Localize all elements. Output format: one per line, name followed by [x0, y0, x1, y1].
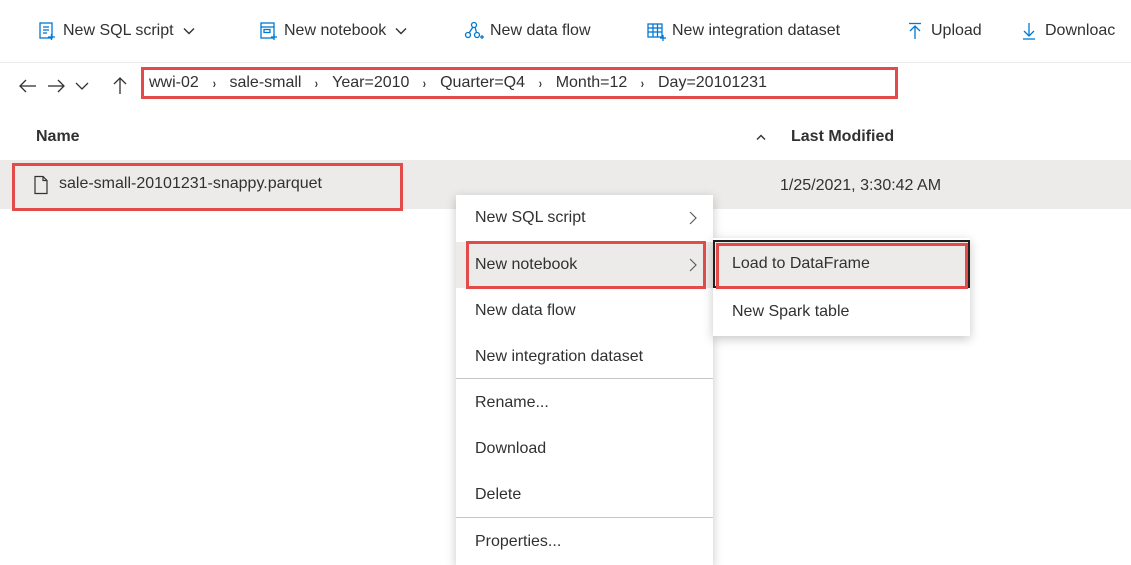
breadcrumb-item-quarter[interactable]: Quarter=Q4	[440, 74, 525, 92]
breadcrumb-separator: ›	[641, 75, 645, 91]
file-last-modified: 1/25/2021, 3:30:42 AM	[780, 177, 942, 194]
menu-item-label: Properties...	[475, 533, 562, 550]
new-sql-script-button[interactable]: New SQL script	[37, 16, 196, 46]
menu-item-label: New SQL script	[475, 209, 586, 226]
menu-item-properties[interactable]: Properties...	[456, 519, 713, 565]
toolbar-divider	[0, 62, 1131, 63]
menu-divider	[456, 517, 713, 518]
download-label: Downloac	[1045, 22, 1116, 39]
upload-button[interactable]: Upload	[905, 16, 982, 46]
menu-item-new-sql-script[interactable]: New SQL script	[456, 195, 713, 241]
new-integration-dataset-button[interactable]: New integration dataset	[646, 16, 840, 46]
new-integration-dataset-label: New integration dataset	[672, 22, 841, 39]
upload-label: Upload	[931, 22, 982, 39]
download-button[interactable]: Downloac	[1019, 16, 1115, 46]
menu-item-new-integration-dataset[interactable]: New integration dataset	[456, 334, 713, 380]
sql-script-icon	[37, 21, 57, 41]
breadcrumb-item-sale-small[interactable]: sale-small	[229, 74, 301, 92]
column-header-last-modified[interactable]: Last Modified	[791, 128, 894, 146]
up-arrow-icon[interactable]	[110, 76, 130, 96]
load-highlight-box	[716, 243, 968, 289]
breadcrumb-item-day[interactable]: Day=20101231	[658, 74, 767, 92]
submenu-item-label: New Spark table	[732, 303, 850, 320]
menu-item-delete[interactable]: Delete	[456, 472, 713, 518]
data-flow-icon	[464, 21, 484, 41]
new-notebook-button[interactable]: New notebook	[258, 16, 408, 46]
menu-item-label: New integration dataset	[475, 348, 644, 365]
back-arrow-icon[interactable]	[18, 76, 38, 96]
menu-item-label: Download	[475, 440, 547, 457]
recent-chevron-icon[interactable]	[72, 76, 92, 96]
chevron-down-icon	[182, 24, 196, 38]
breadcrumb-item-year[interactable]: Year=2010	[332, 74, 409, 92]
menu-item-new-data-flow[interactable]: New data flow	[456, 288, 713, 334]
new-notebook-label: New notebook	[284, 22, 387, 39]
notebook-icon	[258, 21, 278, 41]
menu-item-label: New data flow	[475, 302, 576, 319]
menu-item-rename[interactable]: Rename...	[456, 380, 713, 426]
forward-arrow-icon[interactable]	[46, 76, 66, 96]
chevron-down-icon	[394, 24, 408, 38]
menu-item-label: Rename...	[475, 394, 549, 411]
breadcrumb-separator: ›	[212, 75, 216, 91]
new-data-flow-button[interactable]: New data flow	[464, 16, 591, 46]
toolbar: New SQL script New notebook New data flo…	[0, 0, 1131, 62]
menu-item-label: Delete	[475, 486, 522, 503]
breadcrumb-item-month[interactable]: Month=12	[556, 74, 628, 92]
breadcrumb-separator: ›	[423, 75, 427, 91]
sort-ascending-icon[interactable]	[754, 130, 768, 144]
menu-divider	[456, 378, 713, 379]
new-sql-script-label: New SQL script	[63, 22, 174, 39]
chevron-right-icon	[688, 210, 698, 226]
submenu-item-new-spark-table[interactable]: New Spark table	[713, 288, 970, 336]
file-highlight-box	[12, 163, 403, 211]
download-arrow-icon	[1019, 21, 1039, 41]
menu-item-download[interactable]: Download	[456, 426, 713, 472]
breadcrumb-item-wwi-02[interactable]: wwi-02	[149, 74, 199, 92]
breadcrumb: wwi-02 › sale-small › Year=2010 › Quarte…	[141, 67, 898, 99]
dataset-table-icon	[646, 21, 666, 41]
breadcrumb-separator: ›	[315, 75, 319, 91]
column-header-name[interactable]: Name	[36, 128, 80, 146]
breadcrumb-separator: ›	[538, 75, 543, 91]
upload-arrow-icon	[905, 21, 925, 41]
new-data-flow-label: New data flow	[490, 22, 591, 39]
notebook-highlight-box	[466, 241, 706, 289]
